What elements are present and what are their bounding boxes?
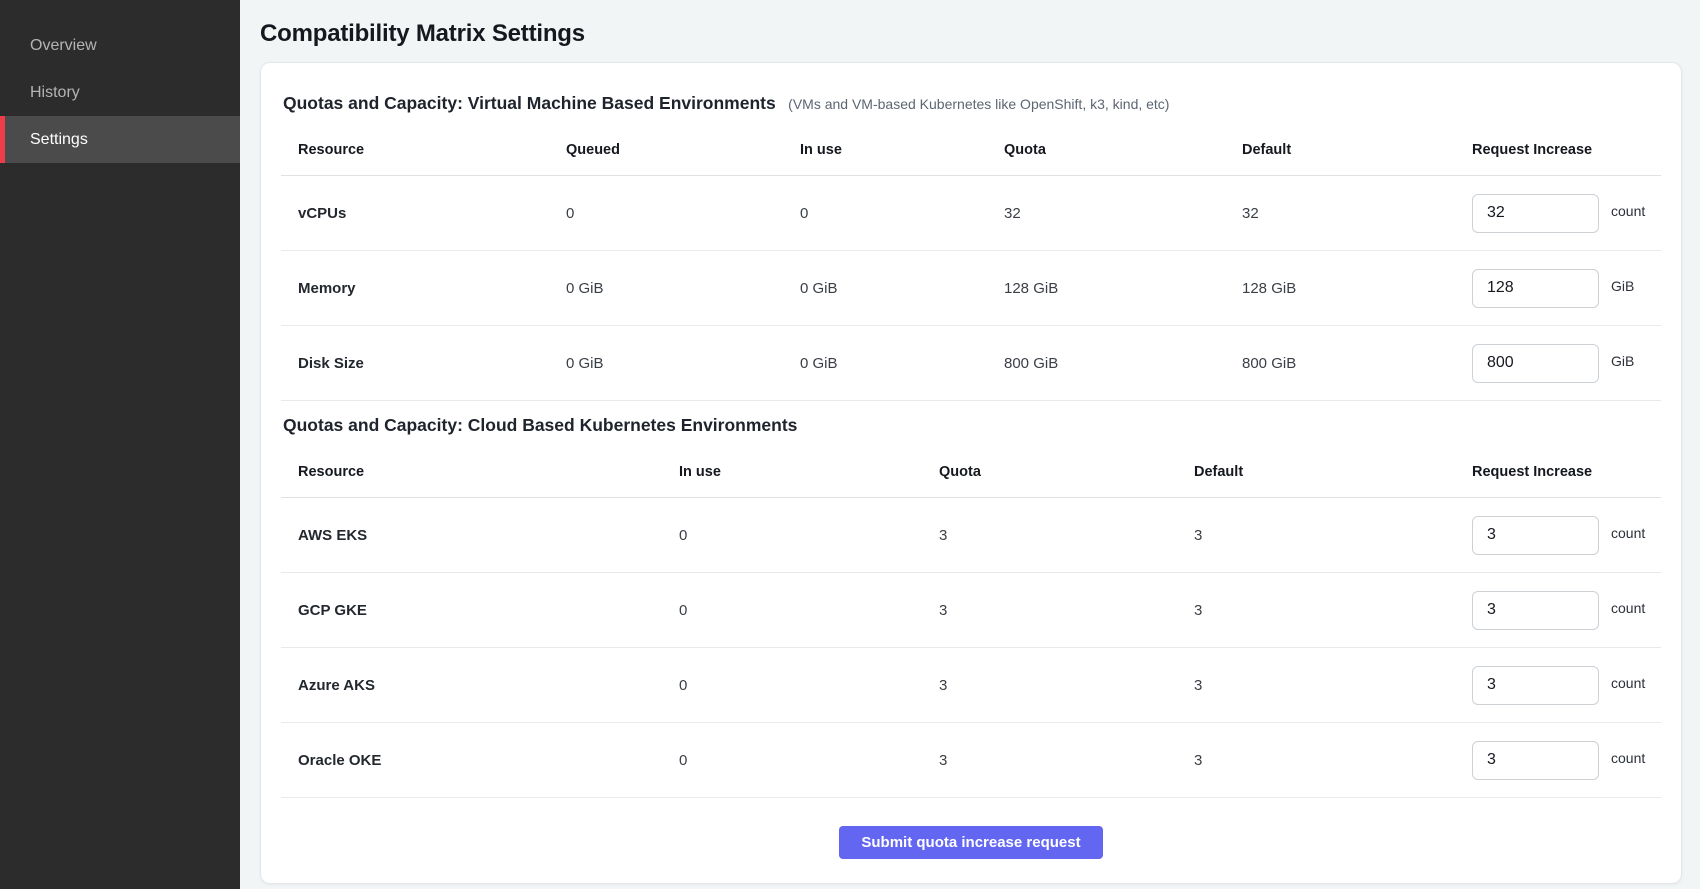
column-header: In use [783, 142, 987, 158]
request-increase-cell: GiB [1455, 269, 1663, 308]
vm-section-subtitle: (VMs and VM-based Kubernetes like OpenSh… [788, 96, 1169, 112]
unit-label: count [1611, 525, 1645, 541]
request-increase-input[interactable] [1472, 516, 1599, 555]
value-cell: 3 [922, 752, 1177, 769]
unit-label: count [1611, 750, 1645, 766]
value-cell: 32 [987, 205, 1225, 222]
button-row: Submit quota increase request [281, 826, 1661, 859]
value-cell: 3 [1177, 677, 1455, 694]
table-row: Memory0 GiB0 GiB128 GiB128 GiBGiB [281, 251, 1661, 326]
main-content: Compatibility Matrix Settings Quotas and… [240, 0, 1700, 889]
column-header: In use [662, 464, 922, 480]
value-cell: 0 GiB [549, 280, 783, 297]
quota-settings-card: Quotas and Capacity: Virtual Machine Bas… [260, 62, 1682, 884]
value-cell: 3 [1177, 752, 1455, 769]
value-cell: 0 [549, 205, 783, 222]
table-row: Oracle OKE033count [281, 723, 1661, 798]
page-title: Compatibility Matrix Settings [260, 20, 1684, 48]
value-cell: 3 [1177, 527, 1455, 544]
unit-label: count [1611, 600, 1645, 616]
request-increase-input[interactable] [1472, 344, 1599, 383]
table-header-row: ResourceIn useQuotaDefaultRequest Increa… [281, 446, 1661, 498]
sidebar-item-label: Settings [30, 131, 88, 149]
request-increase-input[interactable] [1472, 741, 1599, 780]
request-increase-input[interactable] [1472, 269, 1599, 308]
request-increase-input[interactable] [1472, 666, 1599, 705]
request-increase-input[interactable] [1472, 194, 1599, 233]
column-header: Quota [987, 142, 1225, 158]
resource-name: vCPUs [281, 205, 549, 222]
sidebar-item-history[interactable]: History [0, 69, 240, 116]
value-cell: 0 [783, 205, 987, 222]
column-header: Resource [281, 142, 549, 158]
resource-name: Memory [281, 280, 549, 297]
request-increase-input[interactable] [1472, 591, 1599, 630]
value-cell: 128 GiB [987, 280, 1225, 297]
cloud-quota-table: ResourceIn useQuotaDefaultRequest Increa… [281, 446, 1661, 798]
unit-label: GiB [1611, 278, 1634, 294]
sidebar-item-label: Overview [30, 37, 97, 55]
value-cell: 0 GiB [783, 355, 987, 372]
table-row: vCPUs003232count [281, 176, 1661, 251]
request-increase-cell: count [1455, 741, 1663, 780]
table-row: GCP GKE033count [281, 573, 1661, 648]
cloud-section-header: Quotas and Capacity: Cloud Based Kuberne… [283, 415, 1659, 436]
value-cell: 0 GiB [783, 280, 987, 297]
sidebar-nav: Overview History Settings [0, 22, 240, 163]
table-row: Azure AKS033count [281, 648, 1661, 723]
request-increase-cell: count [1455, 666, 1663, 705]
column-header: Default [1177, 464, 1455, 480]
column-header: Quota [922, 464, 1177, 480]
column-header: Queued [549, 142, 783, 158]
value-cell: 3 [922, 602, 1177, 619]
value-cell: 0 GiB [549, 355, 783, 372]
unit-label: count [1611, 203, 1645, 219]
resource-name: Disk Size [281, 355, 549, 372]
value-cell: 800 GiB [987, 355, 1225, 372]
sidebar-item-settings[interactable]: Settings [0, 116, 240, 163]
vm-section-header: Quotas and Capacity: Virtual Machine Bas… [283, 93, 1659, 114]
value-cell: 3 [1177, 602, 1455, 619]
resource-name: GCP GKE [281, 602, 662, 619]
column-header: Default [1225, 142, 1455, 158]
sidebar-item-label: History [30, 84, 80, 102]
column-header: Resource [281, 464, 662, 480]
active-indicator [0, 116, 5, 163]
value-cell: 0 [662, 752, 922, 769]
value-cell: 128 GiB [1225, 280, 1455, 297]
cloud-section-title: Quotas and Capacity: Cloud Based Kuberne… [283, 415, 797, 435]
column-header: Request Increase [1455, 464, 1663, 480]
submit-quota-request-button[interactable]: Submit quota increase request [839, 826, 1102, 859]
table-row: Disk Size0 GiB0 GiB800 GiB800 GiBGiB [281, 326, 1661, 401]
resource-name: AWS EKS [281, 527, 662, 544]
request-increase-cell: count [1455, 516, 1663, 555]
table-header-row: ResourceQueuedIn useQuotaDefaultRequest … [281, 124, 1661, 176]
value-cell: 0 [662, 527, 922, 544]
request-increase-cell: GiB [1455, 344, 1663, 383]
vm-section-title: Quotas and Capacity: Virtual Machine Bas… [283, 93, 776, 113]
sidebar: Overview History Settings [0, 0, 240, 889]
value-cell: 0 [662, 677, 922, 694]
table-row: AWS EKS033count [281, 498, 1661, 573]
value-cell: 32 [1225, 205, 1455, 222]
value-cell: 3 [922, 677, 1177, 694]
resource-name: Azure AKS [281, 677, 662, 694]
unit-label: count [1611, 675, 1645, 691]
vm-quota-table: ResourceQueuedIn useQuotaDefaultRequest … [281, 124, 1661, 401]
value-cell: 3 [922, 527, 1177, 544]
resource-name: Oracle OKE [281, 752, 662, 769]
unit-label: GiB [1611, 353, 1634, 369]
sidebar-item-overview[interactable]: Overview [0, 22, 240, 69]
value-cell: 0 [662, 602, 922, 619]
column-header: Request Increase [1455, 142, 1663, 158]
request-increase-cell: count [1455, 591, 1663, 630]
value-cell: 800 GiB [1225, 355, 1455, 372]
request-increase-cell: count [1455, 194, 1663, 233]
